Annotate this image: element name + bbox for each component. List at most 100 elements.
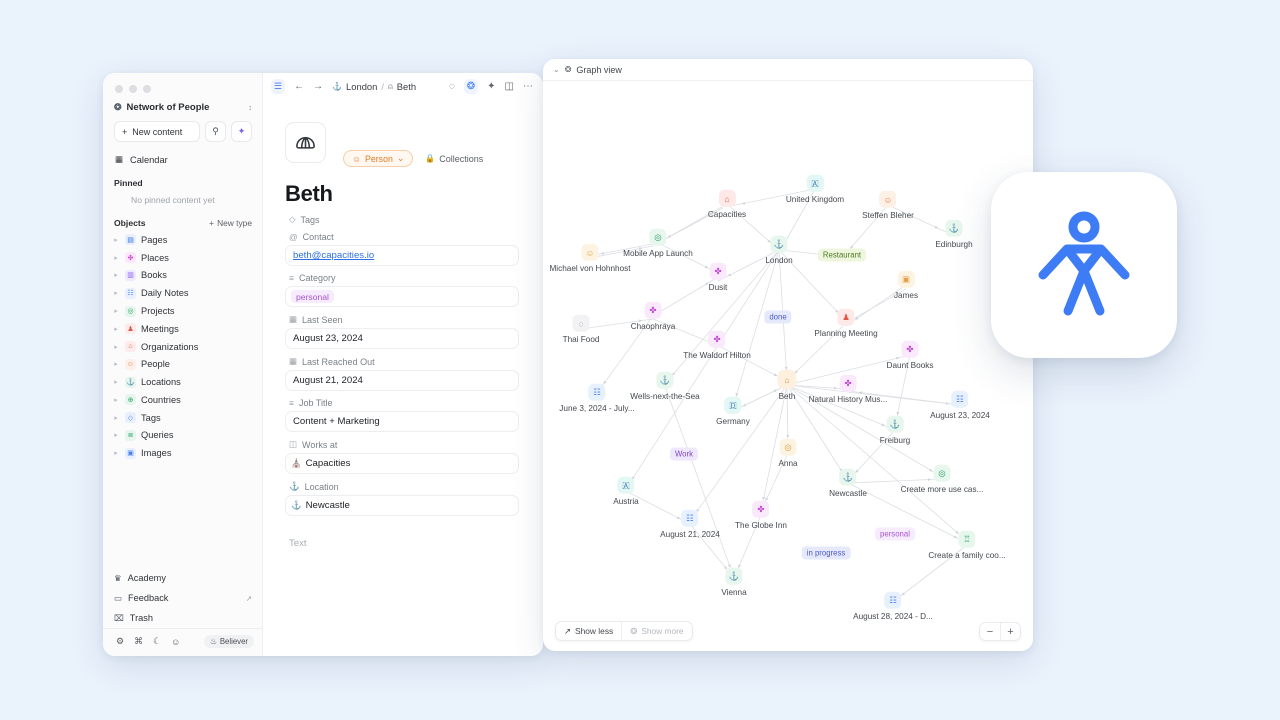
property-label[interactable]: ≡Category bbox=[285, 273, 519, 283]
sidebar-item-tags[interactable]: ▸◇Tags bbox=[103, 409, 262, 427]
graph-node[interactable]: ✤Daunt Books bbox=[887, 341, 934, 370]
chevron-right-icon[interactable]: ▸ bbox=[112, 414, 120, 422]
graph-node[interactable]: ☷June 3, 2024 - July... bbox=[559, 384, 634, 413]
maximize-icon[interactable] bbox=[143, 85, 151, 93]
cook-icon[interactable]: ♖ bbox=[958, 531, 975, 548]
arrow-left-icon[interactable]: ← bbox=[294, 81, 304, 92]
graph-node[interactable]: ◎Create more use cas... bbox=[901, 465, 984, 494]
sidebar-item-organizations[interactable]: ▸⌂Organizations bbox=[103, 338, 262, 356]
dotted-circle-icon[interactable]: ◌ bbox=[449, 81, 455, 92]
chevron-right-icon[interactable]: ▸ bbox=[112, 307, 120, 315]
graph-node[interactable]: ⚓Wells-next-the-Sea bbox=[630, 372, 699, 401]
sidebar-item-books[interactable]: ▸▥Books bbox=[103, 267, 262, 285]
property-value-tag[interactable]: personal bbox=[291, 290, 334, 303]
graph-node[interactable]: ☷August 23, 2024 bbox=[930, 391, 990, 420]
chevron-right-icon[interactable]: ▸ bbox=[112, 343, 120, 351]
status-badge[interactable]: ♨ Believer bbox=[204, 635, 254, 648]
place-icon[interactable]: ✤ bbox=[644, 302, 661, 319]
graph-node[interactable]: ✤Dusit bbox=[709, 263, 728, 292]
arrow-right-icon[interactable]: → bbox=[313, 81, 323, 92]
calendar-icon[interactable]: ☷ bbox=[589, 384, 606, 401]
calendar-icon[interactable]: ☷ bbox=[681, 510, 698, 527]
graph-tag[interactable]: done bbox=[764, 311, 791, 324]
flag-uk-icon[interactable]: 🇦 bbox=[806, 175, 823, 192]
property-label[interactable]: ▦Last Reached Out bbox=[285, 356, 519, 367]
property-input[interactable]: beth@capacities.io bbox=[285, 245, 519, 266]
property-input[interactable]: ⛪Capacities bbox=[285, 453, 519, 474]
property-label[interactable]: ⚓Location bbox=[285, 481, 519, 492]
property-label[interactable]: ▦Last Seen bbox=[285, 314, 519, 325]
sidebar-item-trash[interactable]: ⌧Trash bbox=[103, 608, 262, 628]
place-icon[interactable]: ✤ bbox=[710, 263, 727, 280]
property-label[interactable]: ◇Tags bbox=[285, 214, 519, 225]
graph-node[interactable]: ✤Chaophraya bbox=[631, 302, 676, 331]
chevron-right-icon[interactable]: ▸ bbox=[112, 360, 120, 368]
graph-node[interactable]: ◎Anna bbox=[778, 439, 797, 468]
page-title[interactable]: Beth bbox=[285, 181, 519, 207]
sidebar-toggle-icon[interactable]: ☰ bbox=[271, 79, 285, 94]
collections-button[interactable]: 🔒 Collections bbox=[425, 154, 483, 164]
breadcrumb-item-london[interactable]: London bbox=[346, 81, 377, 92]
graph-node[interactable]: 🇦Austria bbox=[613, 477, 638, 506]
property-label[interactable]: ≡Job Title bbox=[285, 398, 519, 408]
graph-tag[interactable]: in progress bbox=[802, 547, 851, 560]
graph-node[interactable]: ✤The Globe Inn bbox=[735, 501, 787, 530]
cap-icon[interactable]: ⌂ bbox=[778, 370, 797, 389]
graph-node[interactable]: ⌂Beth bbox=[778, 370, 797, 401]
command-icon[interactable]: ⌘ bbox=[134, 636, 143, 647]
graph-node[interactable]: ⚓Freiburg bbox=[880, 416, 911, 445]
building-icon[interactable]: ⌂ bbox=[718, 190, 735, 207]
graph-view-header[interactable]: ⌄ ❂ Graph view bbox=[543, 59, 1033, 81]
calendar-icon[interactable]: ☷ bbox=[951, 391, 968, 408]
new-type-button[interactable]: + New type bbox=[209, 218, 252, 228]
tag-icon[interactable]: ◌ bbox=[573, 315, 590, 332]
graph-node[interactable]: ☷August 28, 2024 - D... bbox=[853, 592, 933, 621]
property-value[interactable]: Newcastle bbox=[306, 500, 350, 511]
chevron-right-icon[interactable]: ▸ bbox=[112, 254, 120, 262]
close-icon[interactable] bbox=[115, 85, 123, 93]
sidebar-item-pages[interactable]: ▸▤Pages bbox=[103, 231, 262, 249]
place-icon[interactable]: ✤ bbox=[840, 375, 857, 392]
graph-node[interactable]: ⚓Edinburgh bbox=[935, 220, 972, 249]
text-placeholder[interactable]: Text bbox=[285, 538, 519, 549]
location-pin-icon[interactable]: ⚓ bbox=[656, 372, 673, 389]
property-input[interactable]: Content + Marketing bbox=[285, 411, 519, 432]
target-icon[interactable]: ◎ bbox=[933, 465, 950, 482]
sidebar-item-meetings[interactable]: ▸♟Meetings bbox=[103, 320, 262, 338]
workspace-switcher[interactable]: ❂ Network of People ↕ bbox=[103, 93, 262, 119]
sidebar-item-locations[interactable]: ▸⚓Locations bbox=[103, 373, 262, 391]
chevron-right-icon[interactable]: ▸ bbox=[112, 289, 120, 297]
breadcrumb-item-beth[interactable]: Beth bbox=[397, 81, 416, 92]
sidebar-item-images[interactable]: ▸▣Images bbox=[103, 444, 262, 462]
property-value[interactable]: August 23, 2024 bbox=[293, 333, 363, 344]
zoom-out-button[interactable]: − bbox=[980, 623, 1000, 640]
graph-node[interactable]: 🇦United Kingdom bbox=[786, 175, 844, 204]
graph-node[interactable]: ☺Steffen Bleher bbox=[862, 191, 914, 220]
graph-view-icon[interactable]: ❂ bbox=[464, 79, 478, 94]
chevron-right-icon[interactable]: ▸ bbox=[112, 378, 120, 386]
graph-canvas[interactable]: ⌂Capacities🇦United Kingdom☺Steffen Blehe… bbox=[543, 81, 1033, 651]
graph-node[interactable]: ⚓Vienna bbox=[721, 568, 746, 597]
graph-node[interactable]: ☷August 21, 2024 bbox=[660, 510, 720, 539]
person-icon[interactable]: ☺ bbox=[581, 244, 598, 261]
property-label[interactable]: ◫Works at bbox=[285, 439, 519, 450]
people-icon[interactable]: ♟ bbox=[838, 309, 855, 326]
account-icon[interactable]: ☺ bbox=[171, 637, 180, 647]
breadcrumb[interactable]: ⚓ London / ⍝ Beth bbox=[332, 81, 416, 92]
location-pin-icon[interactable]: ⚓ bbox=[725, 568, 742, 585]
show-less-button[interactable]: ↗ Show less bbox=[556, 622, 621, 640]
sidebar-item-daily-notes[interactable]: ▸☷Daily Notes bbox=[103, 284, 262, 302]
graph-node[interactable]: ⚓Newcastle bbox=[829, 469, 867, 498]
sidebar-item-calendar[interactable]: ▦ Calendar bbox=[103, 150, 262, 169]
property-value[interactable]: Content + Marketing bbox=[293, 416, 380, 427]
person-icon[interactable]: ☺ bbox=[880, 191, 897, 208]
graph-node[interactable]: 🇩Germany bbox=[716, 397, 750, 426]
image-icon[interactable]: ▣ bbox=[898, 271, 915, 288]
property-value[interactable]: August 21, 2024 bbox=[293, 375, 363, 386]
sidebar-item-academy[interactable]: ♛Academy bbox=[103, 568, 262, 588]
sidebar-item-places[interactable]: ▸✤Places bbox=[103, 249, 262, 267]
split-view-icon[interactable]: ◫ bbox=[505, 81, 514, 92]
search-icon[interactable]: ⚲ bbox=[205, 121, 226, 142]
graph-node[interactable]: ▣James bbox=[894, 271, 918, 300]
graph-node[interactable]: ✤The Waldorf Hilton bbox=[683, 331, 751, 360]
